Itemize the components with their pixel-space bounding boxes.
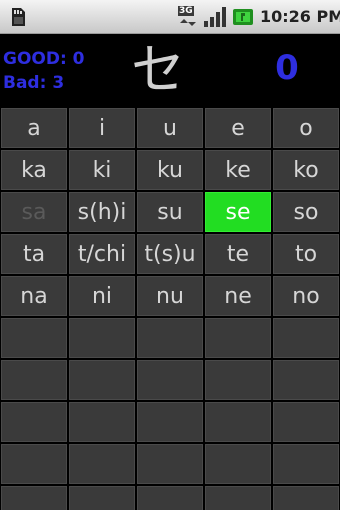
grid-cell-empty [69,402,135,442]
app-screen: 3G 10:26 PM GOOD: 0 Bad: 3 セ 0 a i u e o ka ki… [0,0,340,510]
grid-cell-te[interactable]: te [205,234,271,274]
clock-text: 10:26 PM [260,7,340,26]
grid-cell-empty [273,318,339,358]
grid-cell-ke[interactable]: ke [205,150,271,190]
grid-cell-empty [137,360,203,400]
grid-cell-i[interactable]: i [69,108,135,148]
grid-cell-empty [1,444,67,484]
grid-cell-ta[interactable]: ta [1,234,67,274]
status-bar: 3G 10:26 PM [0,0,340,34]
grid-cell-na[interactable]: na [1,276,67,316]
grid-cell-sa[interactable]: sa [1,192,67,232]
grid-cell-empty [273,444,339,484]
grid-cell-empty [205,486,271,510]
grid-cell-empty [205,402,271,442]
battery-icon [233,9,253,25]
grid-cell-empty [137,444,203,484]
kana-prompt: セ [131,38,185,101]
answer-grid: a i u e o ka ki ku ke ko sa s(h)i su se so ta t/chi t(s)u… [0,108,340,510]
grid-cell-tchi[interactable]: t/chi [69,234,135,274]
grid-cell-empty [273,402,339,442]
grid-cell-empty [273,486,339,510]
grid-cell-nu[interactable]: nu [137,276,203,316]
grid-cell-empty [137,486,203,510]
grid-cell-tsu[interactable]: t(s)u [137,234,203,274]
bad-score: Bad: 3 [3,73,65,93]
grid-cell-a[interactable]: a [1,108,67,148]
grid-cell-so[interactable]: so [273,192,339,232]
grid-cell-empty [1,402,67,442]
grid-cell-empty [69,318,135,358]
grid-cell-empty [1,318,67,358]
grid-cell-empty [137,402,203,442]
grid-cell-empty [69,360,135,400]
grid-cell-ku[interactable]: ku [137,150,203,190]
grid-cell-no[interactable]: no [273,276,339,316]
grid-cell-ne[interactable]: ne [205,276,271,316]
signal-icon [204,7,226,27]
grid-cell-se[interactable]: se [205,192,271,232]
grid-cell-u[interactable]: u [137,108,203,148]
grid-cell-empty [137,318,203,358]
grid-cell-empty [205,444,271,484]
grid-cell-su[interactable]: su [137,192,203,232]
counter: 0 [275,48,299,88]
grid-cell-e[interactable]: e [205,108,271,148]
grid-cell-ki[interactable]: ki [69,150,135,190]
grid-cell-to[interactable]: to [273,234,339,274]
data-arrows-icon [180,19,196,26]
grid-cell-empty [1,360,67,400]
sd-card-icon [12,8,25,26]
good-score: GOOD: 0 [3,49,85,69]
grid-cell-shi[interactable]: s(h)i [69,192,135,232]
grid-cell-empty [205,360,271,400]
grid-cell-empty [69,444,135,484]
grid-cell-ni[interactable]: ni [69,276,135,316]
quiz-header: GOOD: 0 Bad: 3 セ 0 [0,34,340,106]
grid-cell-empty [273,360,339,400]
grid-cell-empty [1,486,67,510]
grid-cell-empty [205,318,271,358]
grid-cell-ko[interactable]: ko [273,150,339,190]
grid-cell-empty [69,486,135,510]
grid-cell-o[interactable]: o [273,108,339,148]
grid-cell-ka[interactable]: ka [1,150,67,190]
